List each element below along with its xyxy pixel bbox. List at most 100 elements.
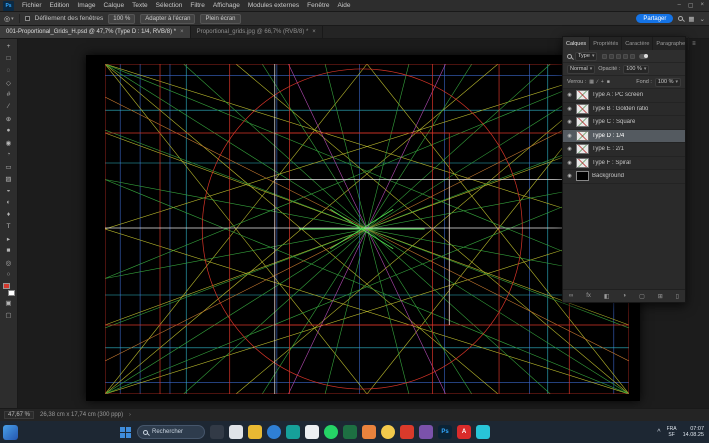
tray-expand-icon[interactable]: ^	[657, 429, 660, 436]
history-brush-tool[interactable]: ◔	[2, 149, 16, 160]
zoom-100-button[interactable]: 100 %	[108, 14, 135, 24]
dodge-tool[interactable]: ◐	[2, 197, 16, 208]
filter-toggle[interactable]	[639, 54, 648, 59]
zoom-level-field[interactable]: 47,67 %	[4, 411, 34, 419]
blend-mode-select[interactable]: Normal ▾	[567, 65, 595, 74]
panel-tab-caractere[interactable]: Caractère	[622, 37, 653, 50]
app-yellow-icon[interactable]	[381, 425, 395, 439]
filter-pixel-icon[interactable]	[602, 54, 607, 59]
clone-stamp-tool[interactable]: ◉	[2, 137, 16, 148]
shape-tool[interactable]: ■	[2, 245, 16, 256]
share-button[interactable]: Partager	[636, 14, 673, 23]
new-layer-icon[interactable]: ⊞	[658, 293, 663, 300]
lock-transparency-icon[interactable]: ▦	[589, 79, 594, 85]
filter-type-icon[interactable]	[616, 54, 621, 59]
visibility-eye-icon[interactable]: ◉	[566, 92, 573, 98]
lasso-tool[interactable]: ◌	[2, 65, 16, 76]
current-tool-icon[interactable]: ◎▾	[4, 15, 14, 23]
spot-healing-tool[interactable]: ⊕	[2, 113, 16, 124]
visibility-eye-icon[interactable]: ◉	[566, 119, 573, 125]
filter-smart-icon[interactable]	[630, 54, 635, 59]
effects-icon[interactable]: fx	[586, 293, 591, 299]
filter-adjustment-icon[interactable]	[609, 54, 614, 59]
close-icon[interactable]: ×	[312, 29, 316, 35]
path-selection-tool[interactable]: ▸	[2, 233, 16, 244]
document-tab-2[interactable]: Proportional_grids.jpg @ 66,7% (RVB/8) *…	[191, 26, 323, 38]
app-red-icon[interactable]	[400, 425, 414, 439]
app-a-icon[interactable]: A	[457, 425, 471, 439]
keyboard-language[interactable]: FRASF	[667, 426, 677, 438]
layer-row-type-e-2-1[interactable]: ◉Type E : 2/1	[563, 143, 685, 157]
taskbar-search[interactable]: Rechercher	[137, 425, 205, 439]
link-icon[interactable]: ∞	[569, 293, 573, 299]
pen-tool[interactable]: ♦	[2, 209, 16, 220]
menu-filtre[interactable]: Filtre	[186, 2, 208, 9]
visibility-eye-icon[interactable]: ◉	[566, 106, 573, 112]
menu-calque[interactable]: Calque	[99, 2, 128, 9]
marquee-tool[interactable]: □	[2, 53, 16, 64]
zoom-tool[interactable]: ○	[2, 269, 16, 280]
visibility-eye-icon[interactable]: ◉	[566, 173, 573, 179]
panel-tab-paragraphe[interactable]: Paragraphe	[653, 37, 689, 50]
workspace-icon[interactable]: ▦	[688, 15, 694, 23]
panel-tab-calques[interactable]: Calques	[563, 37, 590, 50]
app-teal-icon[interactable]	[286, 425, 300, 439]
close-icon[interactable]: ×	[180, 29, 184, 35]
whatsapp-icon[interactable]	[324, 425, 338, 439]
filter-type-select[interactable]: Type ▾	[575, 52, 597, 61]
app-white-icon[interactable]	[305, 425, 319, 439]
opacity-select[interactable]: 100 % ▾	[623, 65, 649, 74]
adjustment-icon[interactable]: ◑	[622, 293, 626, 299]
layer-row-type-c-square[interactable]: ◉Type C : Square	[563, 116, 685, 130]
hand-tool[interactable]: ◎	[2, 257, 16, 268]
foreground-color-swatch[interactable]	[3, 283, 10, 289]
app-orange-icon[interactable]	[362, 425, 376, 439]
chevron-down-icon[interactable]: ⌄	[700, 15, 705, 23]
visibility-eye-icon[interactable]: ◉	[566, 146, 573, 152]
panel-menu-icon[interactable]: ≡	[689, 37, 699, 50]
menu-edition[interactable]: Edition	[46, 2, 74, 9]
layer-row-type-f-spiral[interactable]: ◉Type F : Spiral	[563, 157, 685, 171]
close-icon[interactable]: ×	[700, 2, 704, 9]
file-explorer-icon[interactable]	[248, 425, 262, 439]
app-light-icon[interactable]	[229, 425, 243, 439]
minimize-icon[interactable]: –	[677, 2, 680, 9]
lock-all-icon[interactable]: ■	[607, 79, 610, 85]
layer-row-type-b-golden-ratio[interactable]: ◉Type B : Golden ratio	[563, 103, 685, 117]
widgets-icon[interactable]	[3, 425, 18, 440]
menu-affichage[interactable]: Affichage	[209, 2, 244, 9]
gradient-tool[interactable]: ▨	[2, 173, 16, 184]
menu-fenetre[interactable]: Fenêtre	[303, 2, 333, 9]
excel-icon[interactable]	[343, 425, 357, 439]
photoshop-icon[interactable]: Ps	[438, 425, 452, 439]
document-canvas[interactable]	[86, 55, 640, 401]
scroll-all-windows-checkbox[interactable]	[25, 16, 30, 21]
menu-aide[interactable]: Aide	[334, 2, 355, 9]
type-tool[interactable]: T	[2, 221, 16, 232]
layer-row-background[interactable]: ◉Background	[563, 170, 685, 184]
clock[interactable]: 07:07 14.08.25	[683, 426, 704, 439]
group-icon[interactable]: ▢	[639, 293, 645, 300]
task-view-icon[interactable]	[210, 425, 224, 439]
trash-icon[interactable]: ▯	[676, 293, 679, 300]
menu-selection[interactable]: Sélection	[152, 2, 187, 9]
blur-tool[interactable]: ◒	[2, 185, 16, 196]
eraser-tool[interactable]: ▭	[2, 161, 16, 172]
fill-select[interactable]: 100 % ▾	[655, 78, 681, 87]
menu-modules-externes[interactable]: Modules externes	[244, 2, 303, 9]
screen-mode-icon[interactable]: ▢	[2, 309, 16, 320]
visibility-eye-icon[interactable]: ◉	[566, 133, 573, 139]
maximize-icon[interactable]: ▢	[688, 2, 694, 9]
edge-browser-icon[interactable]	[267, 425, 281, 439]
move-tool[interactable]: +	[2, 41, 16, 52]
fit-screen-button[interactable]: Adapter à l'écran	[140, 14, 195, 24]
background-color-swatch[interactable]	[8, 290, 15, 296]
search-icon[interactable]	[678, 16, 683, 21]
quick-selection-tool[interactable]: ◇	[2, 77, 16, 88]
mask-icon[interactable]: ◧	[604, 293, 610, 300]
layer-row-type-a-pc-screen[interactable]: ◉Type A : PC screen	[563, 89, 685, 103]
lock-position-icon[interactable]: +	[601, 79, 604, 85]
brush-tool[interactable]: ●	[2, 125, 16, 136]
status-chevron-icon[interactable]: ›	[129, 412, 131, 418]
app-cyan-icon[interactable]	[476, 425, 490, 439]
